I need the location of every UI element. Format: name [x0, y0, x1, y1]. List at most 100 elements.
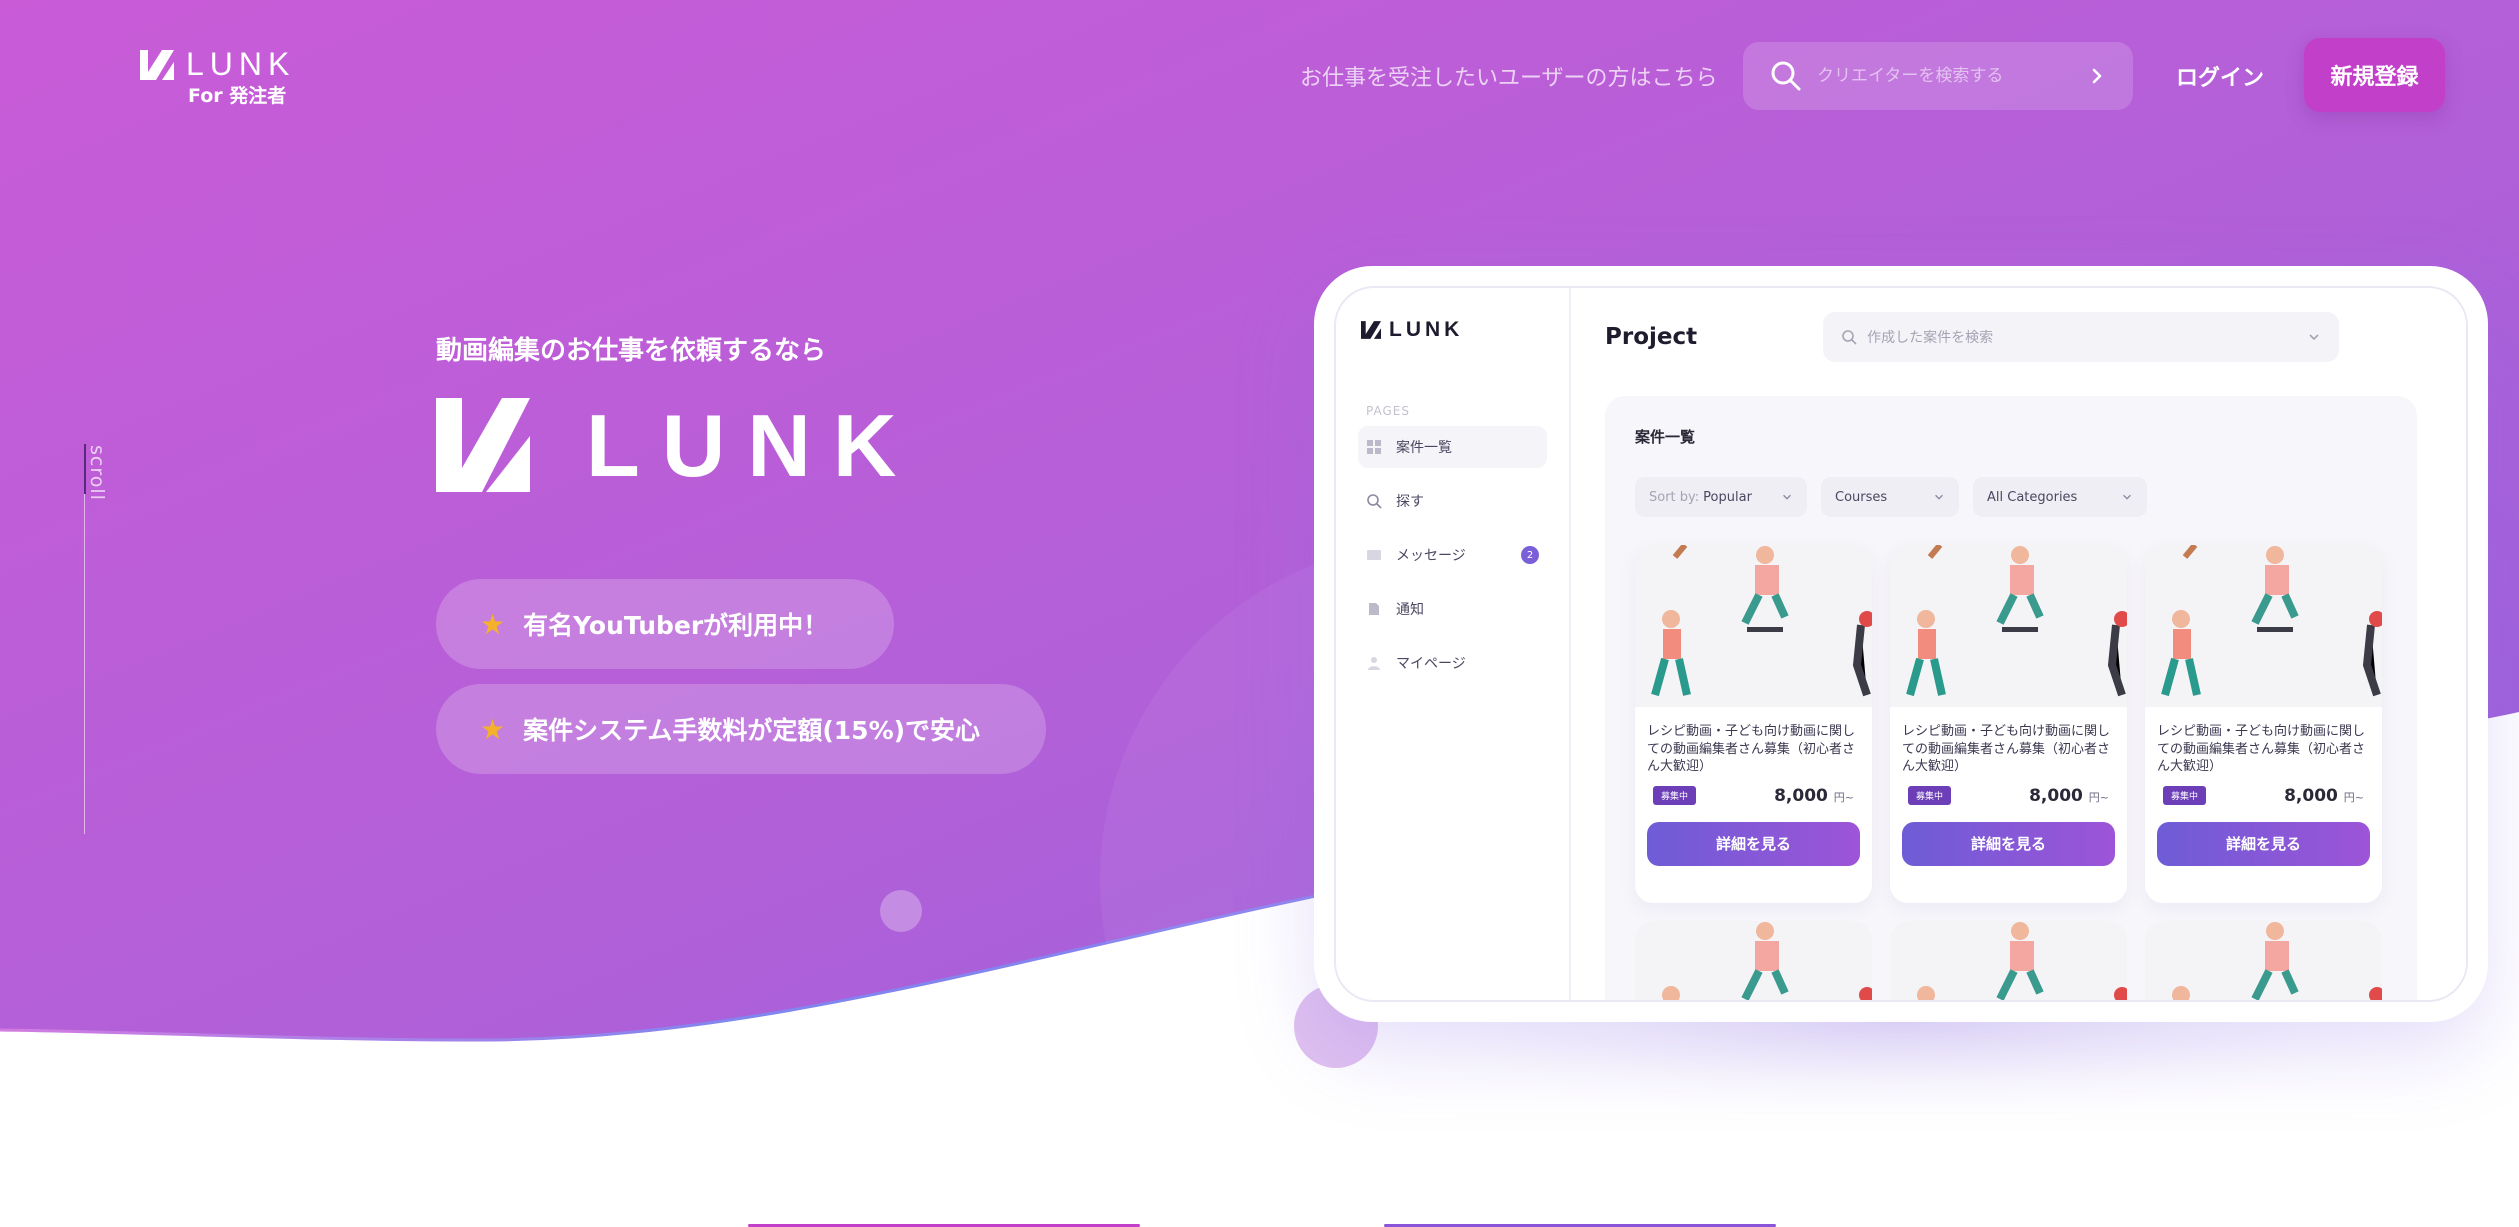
mockup-logo-wordmark: LUNK [1389, 318, 1464, 341]
project-thumbnail [1635, 545, 1872, 707]
chevron-down-icon [1935, 494, 1943, 500]
decorative-dot [880, 890, 922, 932]
view-details-button[interactable]: 詳細を見る [1902, 821, 2115, 866]
signup-button[interactable]: 新規登録 [2304, 38, 2445, 112]
dashboard-mockup: LUNK PAGES 案件一覧 探す メッセージ 2 通知 マイページ Proj… [1314, 266, 2488, 1022]
chevron-down-icon [1783, 494, 1791, 500]
nav-item-label: メッセージ [1396, 548, 1466, 564]
project-card[interactable]: レシピ動画・子ども向け動画に関しての動画編集者さん募集（初心者さん大歓迎） 募集… [1890, 545, 2127, 903]
project-card[interactable]: レシピ動画・子ども向け動画に関しての動画編集者さん募集（初心者さん大歓迎） 募集… [1635, 545, 1872, 903]
sort-prefix: Sort by: [1649, 489, 1700, 505]
login-link[interactable]: ログイン [2176, 60, 2264, 92]
project-card-partial[interactable] [2145, 921, 2382, 1000]
price-value: 8,000 [2284, 785, 2338, 806]
feature-text: 有名YouTuberが利用中！ [523, 611, 829, 640]
price-unit: 円~ [1833, 790, 1854, 804]
chevron-down-icon [2309, 334, 2319, 341]
filter-bar: Sort by: Popular Courses All Categories [1635, 477, 2387, 517]
courses-select[interactable]: Courses [1821, 477, 1959, 517]
lunk-mark-icon [1361, 321, 1381, 339]
bell-icon [1369, 603, 1379, 615]
price-unit: 円~ [2343, 790, 2364, 804]
project-thumbnail [1890, 545, 2127, 707]
skateboard-illustration-icon [1635, 921, 1872, 1000]
project-price: 8,000 円~ [2029, 786, 2109, 806]
project-price: 8,000 円~ [2284, 786, 2364, 806]
skateboard-illustration-icon [1635, 545, 1872, 707]
page-title: Project [1605, 324, 1698, 350]
price-value: 8,000 [1774, 785, 1828, 806]
status-badge: 募集中 [2163, 786, 2207, 806]
skateboard-illustration-icon [1890, 545, 2127, 707]
hero-logo-wordmark: LUNK [586, 398, 918, 494]
creator-search-input[interactable] [1817, 66, 2087, 86]
view-details-button[interactable]: 詳細を見る [1647, 821, 1860, 866]
pages-label: PAGES [1366, 404, 1410, 418]
nav-item-label: 案件一覧 [1396, 440, 1452, 456]
sort-select[interactable]: Sort by: Popular [1635, 477, 1807, 517]
mockup-main: Project 作成した案件を検索 案件一覧 Sort by: Popular C… [1571, 288, 2466, 1000]
status-badge: 募集中 [1653, 786, 1697, 806]
nav-item-messages[interactable]: メッセージ 2 [1358, 534, 1547, 576]
logo-wordmark: LUNK [186, 46, 296, 82]
project-search-box[interactable]: 作成した案件を検索 [1823, 312, 2340, 362]
creator-search-box[interactable] [1743, 42, 2133, 110]
price-unit: 円~ [2088, 790, 2109, 804]
message-icon [1367, 550, 1381, 560]
search-icon [1367, 494, 1382, 509]
courses-value: Courses [1835, 489, 1888, 505]
star-icon: ★ [480, 607, 506, 641]
hero-logo: LUNK [436, 396, 966, 498]
search-icon [1842, 330, 1857, 345]
project-description: レシピ動画・子ども向け動画に関しての動画編集者さん募集（初心者さん大歓迎） [2157, 724, 2366, 775]
project-cards-row-2 [1635, 921, 2387, 1000]
categories-value: All Categories [1987, 489, 2078, 505]
mockup-topbar: Project 作成した案件を検索 [1605, 312, 2432, 362]
project-thumbnail [2145, 545, 2382, 707]
chevron-right-icon[interactable] [2087, 66, 2107, 86]
lunk-mark-icon [140, 49, 174, 80]
scroll-label: scroll [86, 445, 108, 501]
price-value: 8,000 [2029, 785, 2083, 806]
unread-badge: 2 [1521, 546, 1539, 564]
skateboard-illustration-icon [1890, 921, 2127, 1000]
hero-tagline: 動画編集のお仕事を依頼するなら [436, 336, 827, 366]
nav-item-label: 通知 [1396, 602, 1424, 618]
sort-value: Popular [1703, 489, 1752, 505]
mockup-screen: LUNK PAGES 案件一覧 探す メッセージ 2 通知 マイページ Proj… [1334, 286, 2468, 1002]
nav-item-mypage[interactable]: マイページ [1358, 642, 1547, 684]
feature-pill: ★ 有名YouTuberが利用中！ [436, 579, 895, 669]
grid-icon [1367, 440, 1381, 454]
feature-pill: ★ 案件システム手数料が定額(15%)で安心 [436, 684, 1047, 774]
project-search-placeholder: 作成した案件を検索 [1867, 330, 1994, 346]
project-cards: レシピ動画・子ども向け動画に関しての動画編集者さん募集（初心者さん大歓迎） 募集… [1635, 545, 2387, 903]
logo-subtitle: For 発注者 [188, 85, 287, 107]
view-details-button[interactable]: 詳細を見る [2157, 821, 2370, 866]
project-card[interactable]: レシピ動画・子ども向け動画に関しての動画編集者さん募集（初心者さん大歓迎） 募集… [2145, 545, 2382, 903]
star-icon: ★ [480, 712, 506, 746]
skateboard-illustration-icon [2145, 545, 2382, 707]
project-card-partial[interactable] [1890, 921, 2127, 1000]
project-list-panel: 案件一覧 Sort by: Popular Courses All Categor… [1605, 396, 2417, 1000]
nav-item-projects[interactable]: 案件一覧 [1358, 426, 1547, 468]
scroll-track [84, 444, 85, 834]
feature-text: 案件システム手数料が定額(15%)で安心 [523, 716, 981, 745]
project-price: 8,000 円~ [1774, 786, 1854, 806]
mockup-logo: LUNK [1361, 318, 1547, 342]
skateboard-illustration-icon [2145, 921, 2382, 1000]
lunk-hero-logo-icon: LUNK [436, 396, 918, 495]
nav-item-label: マイページ [1396, 656, 1466, 672]
mockup-nav: 案件一覧 探す メッセージ 2 通知 マイページ [1358, 426, 1547, 684]
mockup-sidebar: LUNK PAGES 案件一覧 探す メッセージ 2 通知 マイページ [1336, 288, 1571, 1000]
categories-select[interactable]: All Categories [1973, 477, 2147, 517]
nav-item-search[interactable]: 探す [1358, 480, 1547, 522]
project-card-partial[interactable] [1635, 921, 1872, 1000]
project-description: レシピ動画・子ども向け動画に関しての動画編集者さん募集（初心者さん大歓迎） [1647, 724, 1856, 775]
creator-signup-link[interactable]: お仕事を受注したいユーザーの方はこちら [1300, 60, 1718, 92]
nav-item-label: 探す [1396, 494, 1424, 510]
chevron-down-icon [2123, 494, 2131, 500]
brand-logo[interactable]: LUNK For 発注者 [140, 46, 295, 108]
status-badge: 募集中 [1908, 786, 1952, 806]
nav-item-notifications[interactable]: 通知 [1358, 588, 1547, 630]
search-icon [1771, 61, 1801, 91]
